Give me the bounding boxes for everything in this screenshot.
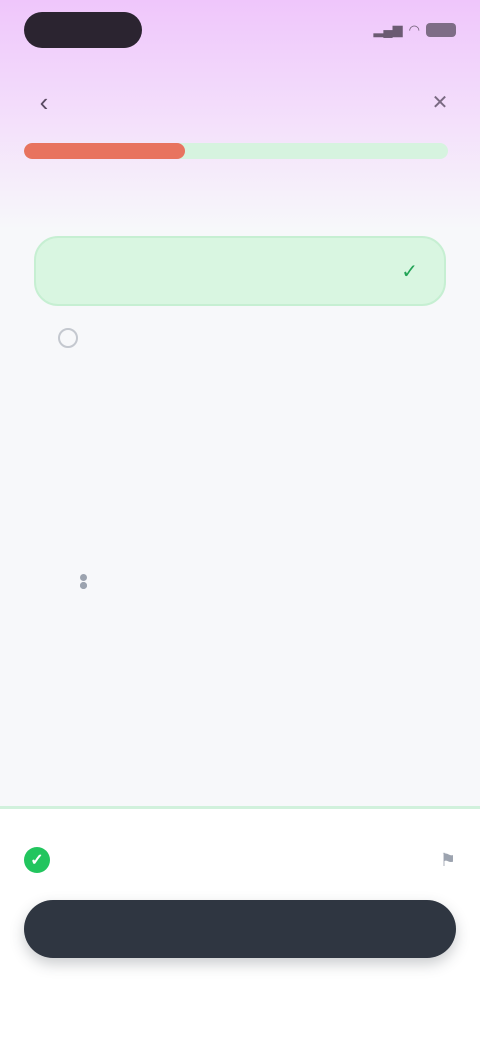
wifi-icon: ◠ bbox=[408, 22, 420, 37]
lesson-progress-bar bbox=[24, 143, 448, 159]
radio-icon bbox=[58, 328, 78, 348]
close-icon: ✕ bbox=[431, 91, 449, 114]
flag-icon[interactable]: ⚑ bbox=[440, 850, 456, 871]
answer-option[interactable] bbox=[58, 328, 92, 348]
progress-fill bbox=[24, 143, 186, 159]
status-bar: ▂▄▆ ◠ bbox=[0, 0, 480, 60]
close-button[interactable]: ✕ bbox=[424, 86, 456, 118]
check-icon: ✓ bbox=[24, 847, 50, 873]
continue-button[interactable] bbox=[24, 900, 456, 958]
result-row: ✓ ⚑ bbox=[24, 840, 456, 880]
back-button[interactable]: ‹ bbox=[24, 82, 64, 122]
explanation-list bbox=[76, 560, 416, 589]
check-icon: ✓ bbox=[401, 260, 418, 283]
signal-icon: ▂▄▆ bbox=[373, 22, 403, 37]
answer-option-selected[interactable]: ✓ bbox=[34, 236, 446, 306]
status-icons: ▂▄▆ ◠ bbox=[373, 22, 456, 38]
lesson-header: ‹ ✕ bbox=[24, 82, 456, 122]
status-time bbox=[24, 12, 142, 48]
chevron-left-icon: ‹ bbox=[39, 86, 49, 117]
battery-icon bbox=[426, 23, 456, 37]
